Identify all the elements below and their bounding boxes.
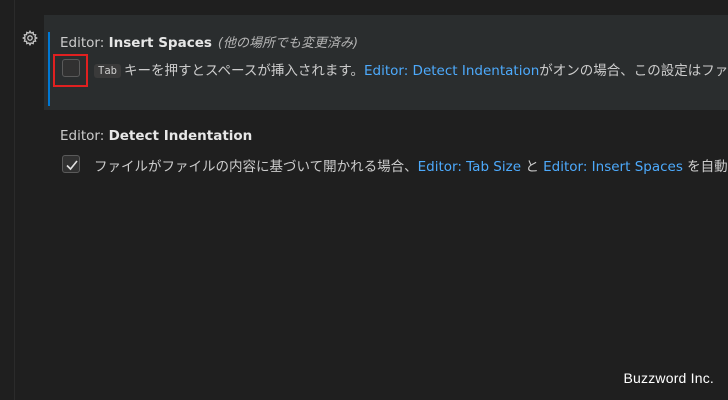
gutter-divider [14,0,15,400]
settings-page: Editor: Insert Spaces (他の場所でも変更済み) Tab キーを… [0,0,728,400]
setting-insert-spaces: Editor: Insert Spaces (他の場所でも変更済み) Tab キーを… [44,15,728,110]
setting-description: Tab キーを押すとスペースが挿入されます。Editor: Detect Inde… [94,59,728,79]
setting-description: ファイルがファイルの内容に基づいて開かれる場合、Editor: Tab Size… [94,155,728,175]
description-text-2: と [521,159,544,175]
check-icon [66,160,78,171]
annotation-highlight [53,54,88,87]
link-detect-indentation[interactable]: Editor: Detect Indentation [364,63,539,79]
link-tab-size[interactable]: Editor: Tab Size [418,159,521,175]
description-text-2: がオンの場合、この設定はファイル [539,63,728,79]
setting-title: Editor: Insert Spaces (他の場所でも変更済み) [60,32,358,51]
modified-elsewhere-note[interactable]: (他の場所でも変更済み) [218,36,358,51]
focus-indicator [48,32,50,106]
setting-detect-indentation: Editor: Detect Indentation ファイルがファイルの内容に… [44,115,728,205]
link-insert-spaces[interactable]: Editor: Insert Spaces [543,159,683,175]
setting-name: Detect Indentation [108,128,253,144]
gear-icon[interactable] [21,29,39,47]
description-text-3: を自動的にi [687,159,728,175]
keybinding-tab: Tab [94,64,121,78]
description-text: キーを押すとスペースが挿入されます。 [123,63,364,79]
watermark-text: Buzzword Inc. [623,370,714,386]
description-text: ファイルがファイルの内容に基づいて開かれる場合、 [94,159,418,175]
setting-category: Editor: [60,35,109,51]
setting-category: Editor: [60,128,109,144]
setting-name: Insert Spaces [108,35,212,51]
setting-title: Editor: Detect Indentation [60,128,252,144]
detect-indentation-checkbox[interactable] [62,155,80,173]
